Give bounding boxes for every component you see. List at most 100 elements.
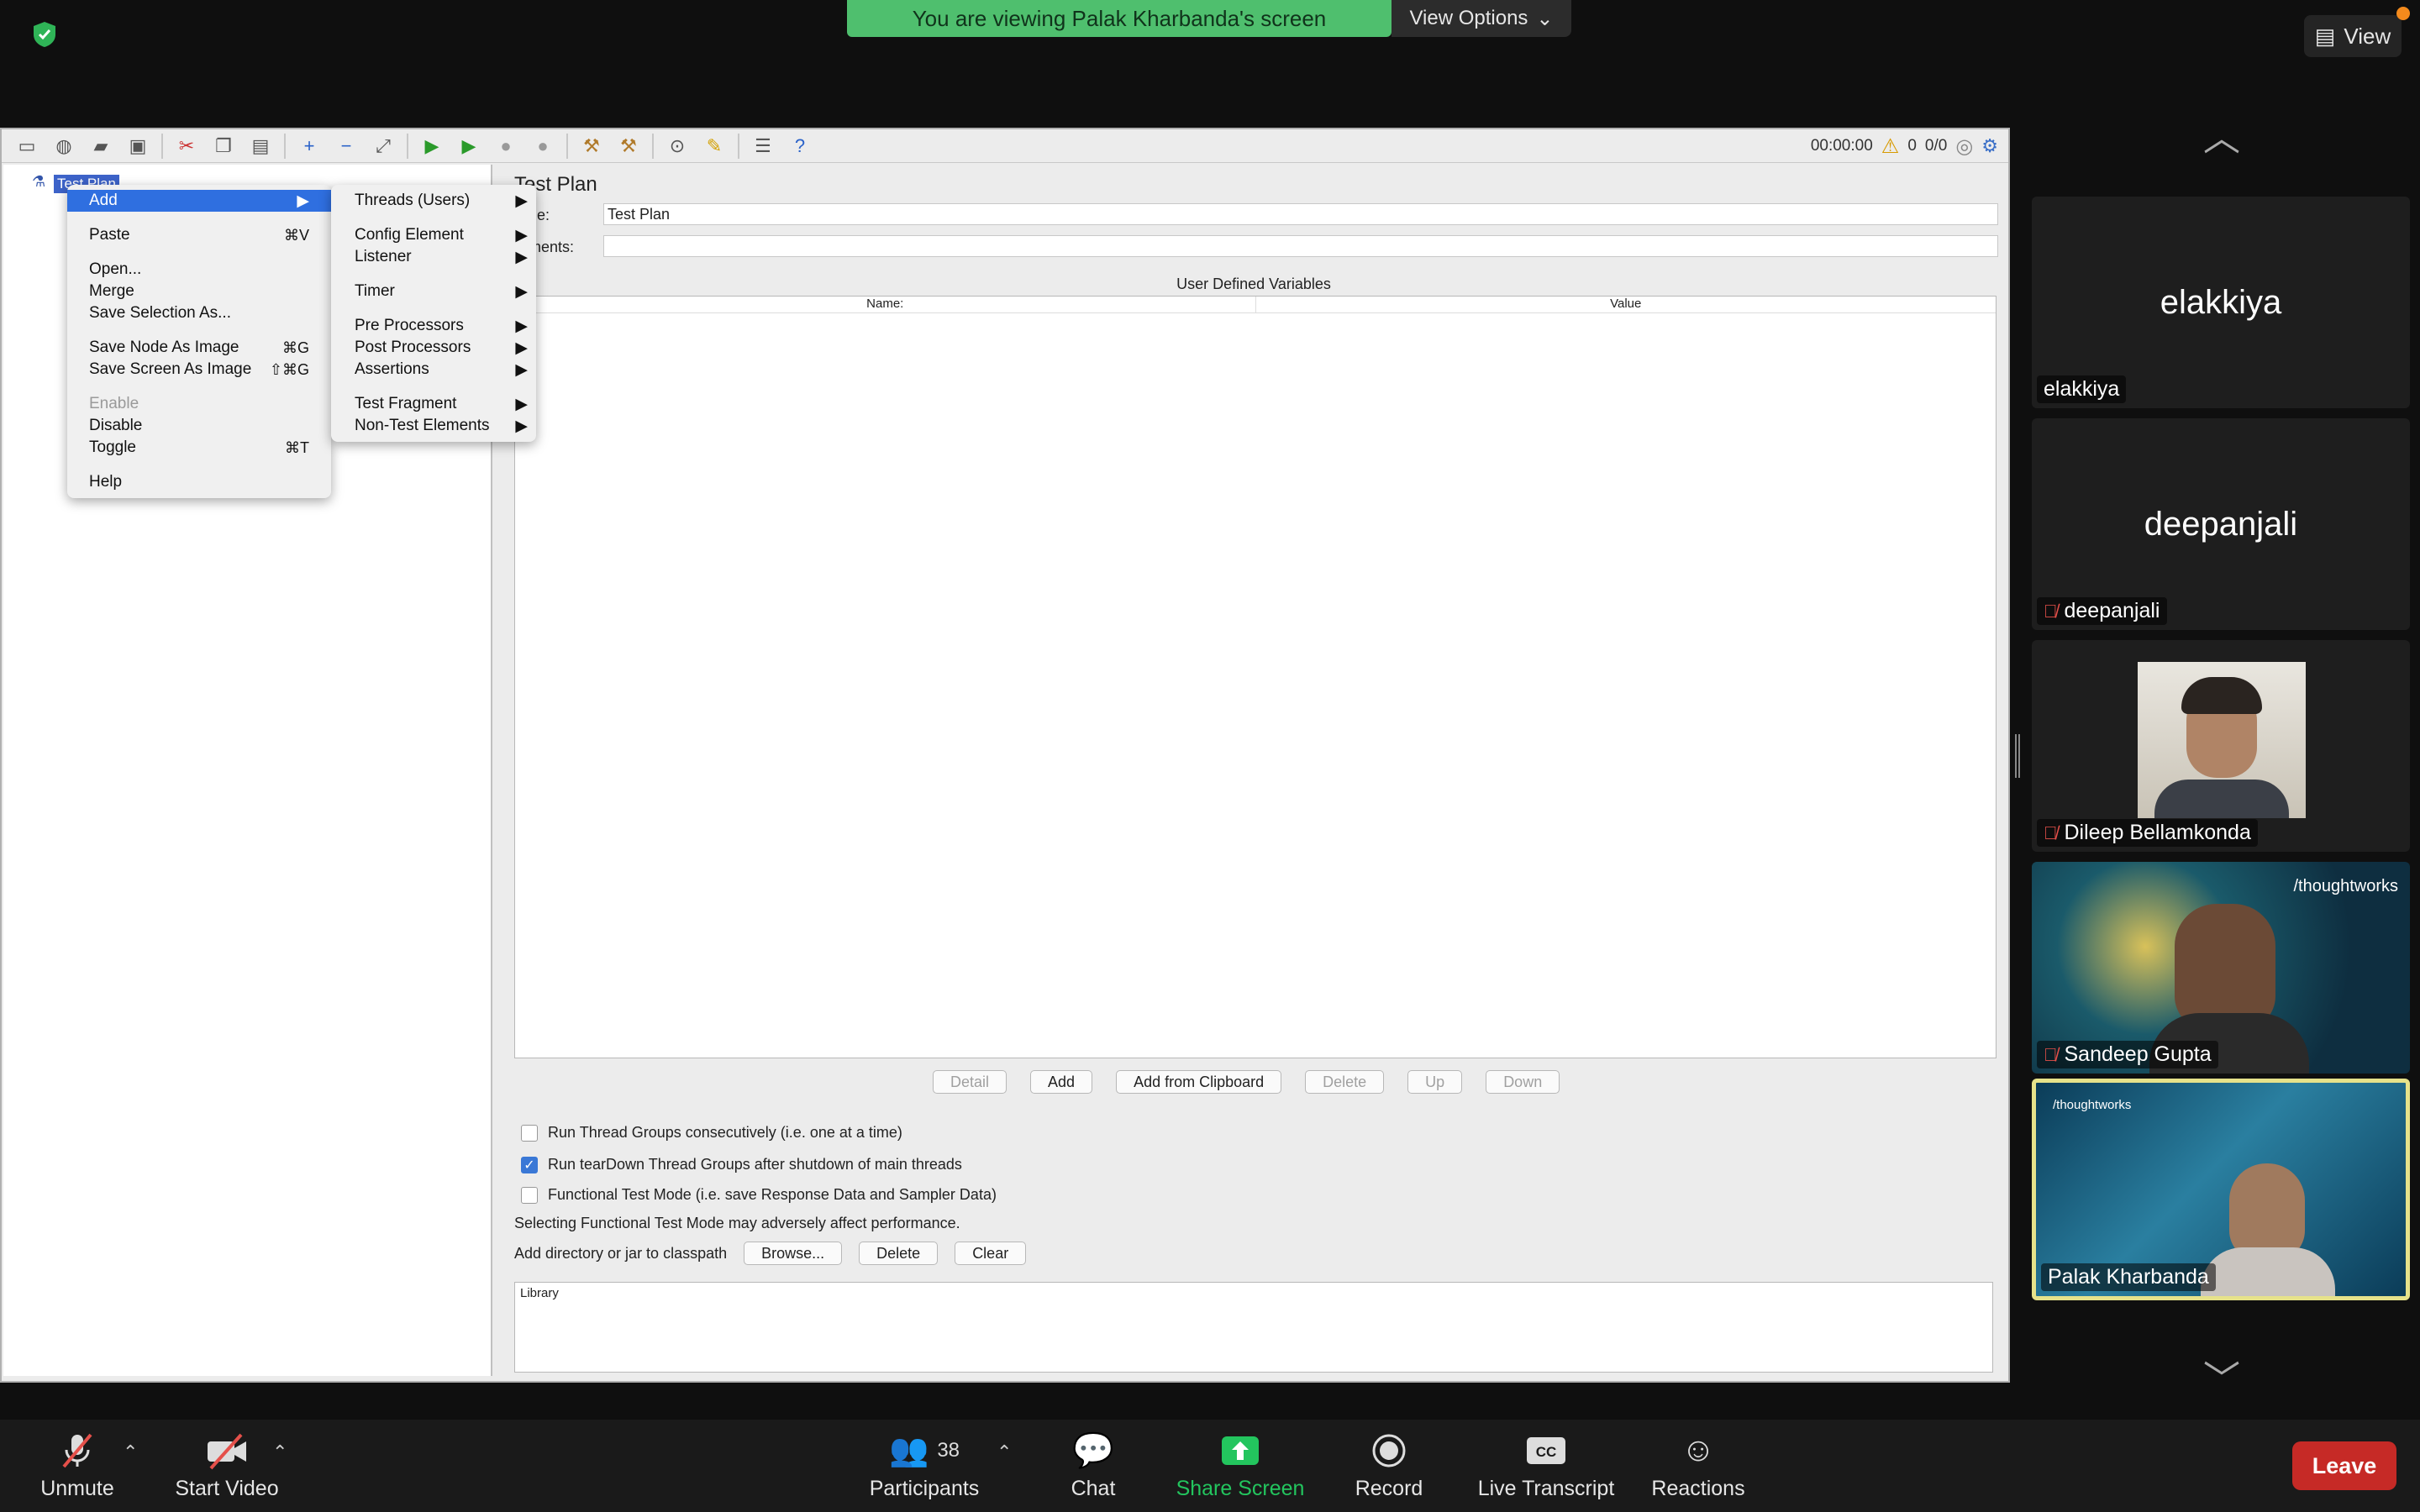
new-icon[interactable]: ▭ <box>10 132 44 160</box>
functional-mode-checkbox[interactable] <box>521 1186 538 1204</box>
browse-button[interactable]: Browse... <box>744 1242 843 1265</box>
down-arrow-icon[interactable]: ﹀ <box>2191 1359 2252 1400</box>
submenu-post[interactable]: Post Processors ▶ <box>331 337 536 359</box>
shutdown-icon[interactable]: ● <box>526 132 560 160</box>
submenu-pre[interactable]: Pre Processors ▶ <box>331 315 536 337</box>
copy-icon[interactable]: ❐ <box>207 132 240 160</box>
menu-item-add[interactable]: Add ▶ <box>67 190 331 212</box>
add-button[interactable]: Add <box>1030 1070 1093 1094</box>
unmute-button[interactable]: Unmute <box>37 1420 118 1512</box>
reset-search-icon[interactable]: ✎ <box>697 132 731 160</box>
leave-button[interactable]: Leave <box>2292 1441 2396 1490</box>
cc-icon: CC <box>1525 1431 1567 1470</box>
video-options-caret[interactable]: ⌃ <box>272 1441 287 1463</box>
open-icon[interactable]: ▰ <box>84 132 118 160</box>
menu-toggle-label: Toggle <box>89 438 136 456</box>
add-from-clipboard-button[interactable]: Add from Clipboard <box>1116 1070 1282 1094</box>
submenu-timer[interactable]: Timer ▶ <box>331 281 536 302</box>
menu-item-save-selection[interactable]: Save Selection As... <box>67 302 331 324</box>
participant-name: Dileep Bellamkonda <box>2064 821 2251 844</box>
classpath-clear-button[interactable]: Clear <box>955 1242 1027 1265</box>
reactions-button[interactable]: ☺ Reactions <box>1650 1420 1746 1512</box>
col-value[interactable]: Value <box>1256 297 1996 312</box>
participants-options-caret[interactable]: ⌃ <box>997 1441 1012 1463</box>
warning-icon[interactable]: ⚠ <box>1881 134 1900 159</box>
name-field[interactable]: Test Plan <box>603 203 1998 225</box>
submenu-listener[interactable]: Listener ▶ <box>331 246 536 268</box>
library-table[interactable]: Library <box>514 1282 1993 1373</box>
save-node-shortcut: ⌘G <box>281 339 309 356</box>
delete-variable-button[interactable]: Delete <box>1305 1070 1385 1094</box>
menu-item-enable[interactable]: Enable <box>67 393 331 415</box>
participants-button[interactable]: 👥 38 Participants <box>865 1420 983 1512</box>
security-shield-icon[interactable] <box>30 20 59 49</box>
expand-icon[interactable]: + <box>292 132 326 160</box>
submenu-assertions[interactable]: Assertions ▶ <box>331 359 536 381</box>
share-screen-button[interactable]: Share Screen <box>1175 1420 1306 1512</box>
save-icon[interactable]: ▣ <box>121 132 155 160</box>
view-options-button[interactable]: View Options ⌄ <box>1392 0 1571 37</box>
clear-icon[interactable]: ⚒ <box>575 132 608 160</box>
submenu-fragment[interactable]: Test Fragment ▶ <box>331 393 536 415</box>
functional-mode-warning: Selecting Functional Test Mode may adver… <box>514 1215 960 1231</box>
function-helper-icon[interactable]: ☰ <box>746 132 780 160</box>
menu-item-paste[interactable]: Paste ⌘V <box>67 224 331 246</box>
participant-video <box>2175 904 2275 1030</box>
submenu-non-test[interactable]: Non-Test Elements ▶ <box>331 415 536 437</box>
clear-all-icon[interactable]: ⚒ <box>612 132 645 160</box>
collapse-icon[interactable]: − <box>329 132 363 160</box>
classpath-row: Add directory or jar to classpath Browse… <box>514 1242 1027 1265</box>
submenu-arrow-icon: ▶ <box>515 339 528 357</box>
run-consecutive-checkbox[interactable] <box>521 1124 538 1142</box>
chevron-down-icon: ⌄ <box>1536 7 1554 30</box>
cut-icon[interactable]: ✂ <box>170 132 203 160</box>
comments-field[interactable] <box>603 235 1998 257</box>
toggle-icon[interactable]: ⤢ <box>366 132 400 160</box>
view-button[interactable]: ▤ View <box>2304 15 2402 57</box>
up-arrow-icon[interactable]: ︿ <box>2191 118 2252 159</box>
menu-item-toggle[interactable]: Toggle ⌘T <box>67 437 331 459</box>
start-icon[interactable]: ▶ <box>415 132 449 160</box>
detail-button[interactable]: Detail <box>933 1070 1007 1094</box>
submenu-post-label: Post Processors <box>355 339 471 356</box>
participant-tile[interactable]: elakkiya elakkiya <box>2032 197 2410 408</box>
chat-button[interactable]: 💬 Chat <box>1059 1420 1128 1512</box>
run-teardown-checkbox[interactable]: ✓ <box>521 1156 538 1173</box>
submenu-threads[interactable]: Threads (Users) ▶ <box>331 190 536 212</box>
up-button[interactable]: Up <box>1407 1070 1463 1094</box>
participant-video <box>2138 662 2306 818</box>
udv-title: User Defined Variables <box>1176 276 1331 292</box>
udv-table[interactable]: Name: Value <box>514 296 1996 1058</box>
classpath-delete-button[interactable]: Delete <box>859 1242 939 1265</box>
menu-item-disable[interactable]: Disable <box>67 415 331 437</box>
participant-tile[interactable]: 🎙̸ Dileep Bellamkonda <box>2032 640 2410 852</box>
help-icon[interactable]: ? <box>783 132 817 160</box>
stop-icon[interactable]: ● <box>489 132 523 160</box>
search-icon[interactable]: ⊙ <box>660 132 694 160</box>
start-no-pause-icon[interactable]: ▶ <box>452 132 486 160</box>
submenu-config[interactable]: Config Element ▶ <box>331 224 536 246</box>
down-button[interactable]: Down <box>1486 1070 1560 1094</box>
shared-screen: ▭ ◍ ▰ ▣ ✂ ❐ ▤ + − ⤢ ▶ ▶ ● ● ⚒ ⚒ ⊙ ✎ ☰ ? … <box>0 128 2010 1383</box>
record-button[interactable]: Record <box>1355 1420 1423 1512</box>
live-transcript-button[interactable]: CC Live Transcript <box>1472 1420 1620 1512</box>
video-off-icon <box>204 1431 250 1470</box>
menu-item-save-node-image[interactable]: Save Node As Image ⌘G <box>67 337 331 359</box>
menu-item-merge[interactable]: Merge <box>67 281 331 302</box>
templates-icon[interactable]: ◍ <box>47 132 81 160</box>
viewing-screen-banner: You are viewing Palak Kharbanda's screen <box>847 0 1392 37</box>
col-name[interactable]: Name: <box>515 297 1256 312</box>
menu-item-help[interactable]: Help <box>67 471 331 493</box>
menu-item-open[interactable]: Open... <box>67 259 331 281</box>
audio-options-caret[interactable]: ⌃ <box>123 1441 138 1463</box>
participant-tile-active-speaker[interactable]: /thoughtworks Palak Kharbanda <box>2032 1079 2410 1300</box>
submenu-arrow-icon: ▶ <box>515 282 528 301</box>
paste-icon[interactable]: ▤ <box>244 132 277 160</box>
gallery-resize-handle[interactable] <box>2015 734 2020 778</box>
test-plan-icon: ⚗ <box>32 173 46 190</box>
participant-tile[interactable]: /thoughtworks 🎙̸ Sandeep Gupta <box>2032 862 2410 1074</box>
menu-item-save-screen-image[interactable]: Save Screen As Image ⇧⌘G <box>67 359 331 381</box>
submenu-arrow-icon: ▶ <box>515 395 528 413</box>
start-video-button[interactable]: Start Video <box>168 1420 286 1512</box>
participant-tile[interactable]: deepanjali 🎙̸ deepanjali <box>2032 418 2410 630</box>
